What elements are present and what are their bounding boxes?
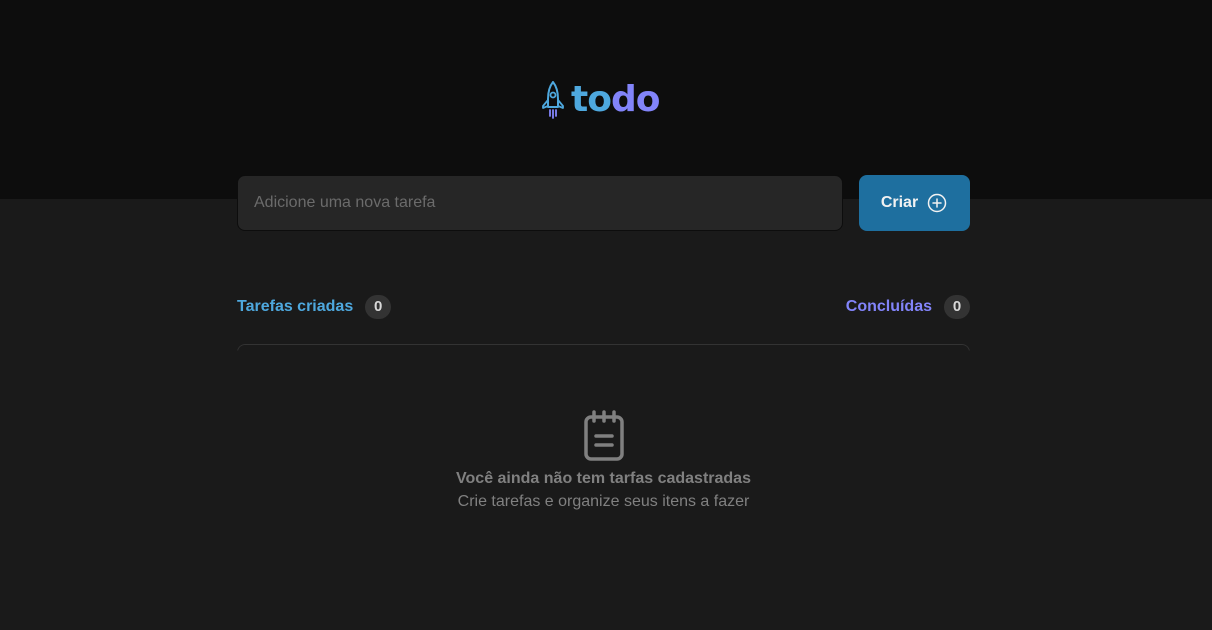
app-logo: to do [541,79,661,120]
created-counter: Tarefas criadas 0 [237,295,392,319]
created-count-badge: 0 [365,295,392,319]
empty-state-subtitle: Crie tarefas e organize seus itens a faz… [457,493,750,510]
create-button-label: Criar [880,194,919,211]
rocket-icon [542,81,564,119]
create-button[interactable]: Criar [859,175,970,231]
new-task-input[interactable] [237,175,843,231]
logo-text-to: to [571,79,612,120]
empty-state: Você ainda não tem tarfas cadastradas Cr… [237,410,970,514]
created-counter-label: Tarefas criadas [237,298,354,315]
new-task-form: Criar [237,175,970,231]
done-counter-label: Concluídas [845,298,932,315]
logo-text: to do [571,79,661,120]
done-counter: Concluídas 0 [846,295,970,319]
empty-state-title: Você ainda não tem tarfas cadastradas [456,470,751,487]
done-count-badge: 0 [944,295,970,319]
task-list-border [237,344,970,384]
plus-circle-icon [927,193,947,213]
logo-text-do: do [610,79,661,120]
task-counters: Tarefas criadas 0 Concluídas 0 [237,295,970,319]
clipboard-icon [583,410,624,461]
